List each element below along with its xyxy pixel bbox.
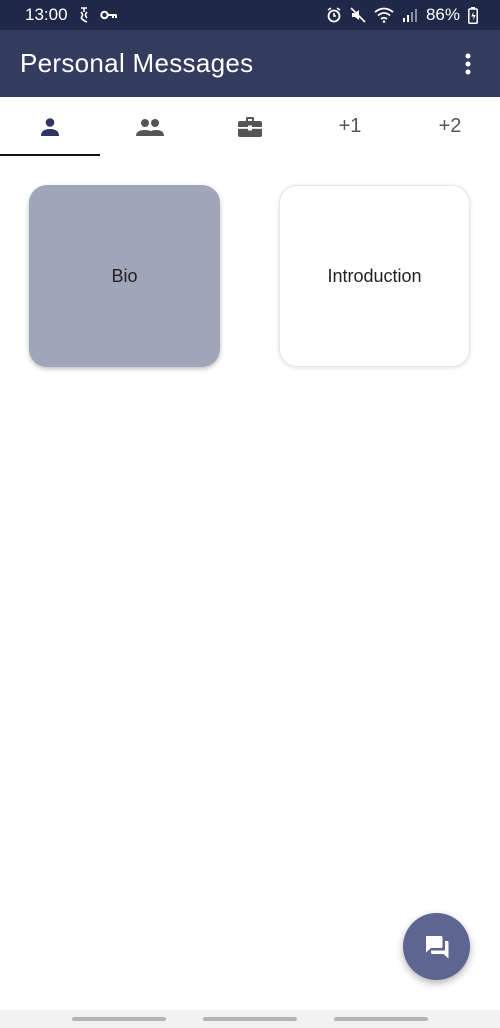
people-icon [136,118,164,136]
notification-icon [78,6,90,24]
app-bar: Personal Messages [0,30,500,97]
tab-plus-two[interactable]: +2 [400,97,500,156]
tab-bar: +1 +2 [0,97,500,156]
briefcase-icon [238,116,262,137]
key-icon [99,9,118,21]
tab-work[interactable] [200,97,300,156]
nav-back-handle[interactable] [334,1017,428,1021]
tab-plus-two-label: +2 [438,115,462,137]
chat-icon [425,935,448,958]
card-introduction[interactable]: Introduction [279,185,470,367]
battery-icon [468,6,478,24]
person-icon [41,117,59,136]
wifi-icon [374,7,394,23]
card-bio-label: Bio [111,265,138,286]
tab-group[interactable] [100,97,200,156]
signal-icon [402,8,418,22]
status-bar-left: 13:00 [25,5,118,25]
chat-fab-button[interactable] [403,913,470,980]
status-bar: 13:00 86% [0,0,500,30]
tab-personal[interactable] [0,97,100,156]
status-bar-right: 86% [326,5,478,25]
status-time: 13:00 [25,5,68,24]
system-nav-bar [0,1010,500,1028]
card-bio[interactable]: Bio [29,185,220,367]
tab-plus-one-label: +1 [338,115,362,137]
more-options-button[interactable] [454,44,482,84]
tab-plus-one[interactable]: +1 [300,97,400,156]
nav-home-handle[interactable] [203,1017,297,1021]
card-introduction-label: Introduction [327,265,422,286]
alarm-icon [326,7,342,23]
nav-recents-handle[interactable] [72,1017,166,1021]
page-title: Personal Messages [20,48,254,78]
battery-percent: 86% [425,5,460,24]
mute-icon [350,7,366,23]
more-vert-icon [465,53,471,74]
